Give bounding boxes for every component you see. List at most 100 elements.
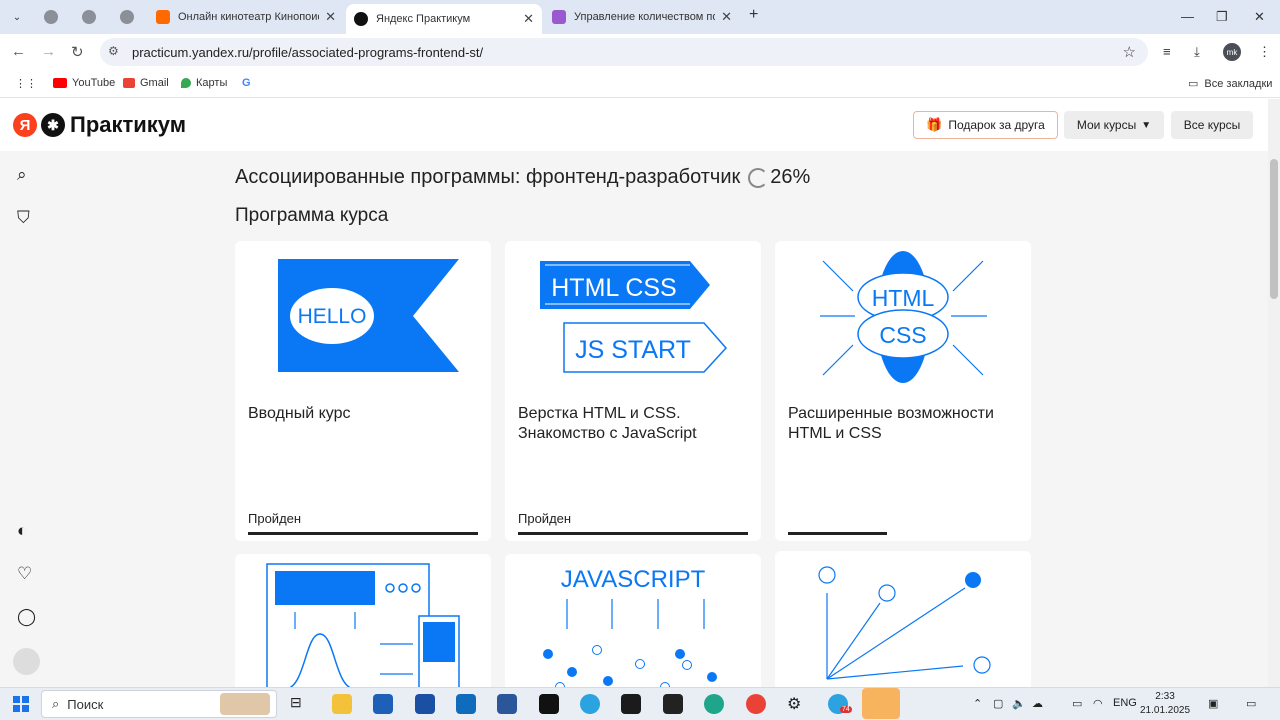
bookmark-maps[interactable]: Карты [181, 77, 227, 89]
course-card-6[interactable] [775, 551, 1031, 687]
windows-start-icon[interactable] [13, 696, 29, 712]
address-bar[interactable]: ⚙ practicum.yandex.ru/profile/associated… [100, 38, 1148, 66]
tab-search-button[interactable]: ⌄ [6, 7, 28, 27]
progress-percent: 26% [770, 166, 811, 188]
practicum-icon [354, 12, 368, 26]
card-progress-bar [248, 532, 478, 535]
pinned-tab[interactable] [34, 4, 68, 30]
pinned-tab[interactable] [110, 4, 144, 30]
course-card-html-css[interactable]: HTML CSS JS START Верстка HTML и CSS. Зн… [505, 241, 761, 541]
battery-icon[interactable]: ▭ [1072, 697, 1082, 710]
site-info-icon[interactable]: ⚙ [108, 44, 119, 58]
reload-button[interactable]: ↻ [71, 43, 84, 61]
search-icon[interactable]: ⌕ [17, 165, 27, 185]
page-title: Ассоциированные программы: фронтенд-разр… [235, 166, 810, 189]
tab-practicum[interactable]: Яндекс Практикум ✕ [346, 4, 542, 34]
notification-badge: 74 [840, 706, 852, 713]
course-card-intro[interactable]: HELLO Вводный курс Пройден [235, 241, 491, 541]
store-icon[interactable] [373, 694, 393, 714]
card-progress-bar [518, 532, 748, 535]
gift-icon: 🎁 [926, 117, 943, 132]
wifi-icon[interactable]: ◠ [1093, 697, 1103, 710]
javascript-illustration: JAVASCRIPT [543, 566, 717, 687]
html-css-burst-illustration: HTML CSS [820, 251, 987, 383]
word-icon[interactable] [497, 694, 517, 714]
telegram-icon[interactable] [580, 694, 600, 714]
language-indicator[interactable]: ENG [1113, 697, 1137, 709]
pinned-tab[interactable] [72, 4, 106, 30]
tray-icon[interactable]: ▢ [993, 697, 1003, 710]
back-button[interactable]: ← [11, 43, 26, 60]
button-label: Мои курсы [1076, 118, 1137, 132]
bookmark-label: Карты [196, 77, 228, 89]
search-placeholder: Поиск [67, 696, 104, 712]
practicum-logo[interactable]: Я ✱ Практикум [13, 112, 186, 138]
progress-fill [248, 532, 478, 535]
url-text: practicum.yandex.ru/profile/associated-p… [132, 44, 484, 60]
card-title: Расширенные возможности HTML и CSS [788, 405, 994, 442]
globe-icon [120, 10, 134, 24]
bookmark-icon[interactable]: ⛉ [17, 208, 30, 228]
bookmark-star-icon[interactable]: ☆ [1123, 43, 1136, 61]
asterisk-icon: ✱ [41, 113, 65, 137]
edge-icon[interactable] [704, 694, 724, 714]
bookmark-gmail[interactable]: Gmail [123, 77, 169, 89]
contrast-icon[interactable]: ◐ [17, 521, 27, 541]
new-tab-button[interactable]: + [749, 6, 758, 24]
menu-icon[interactable]: ⋮ [1258, 44, 1271, 60]
defender-icon[interactable] [415, 694, 435, 714]
settings-icon[interactable]: ⚙ [787, 694, 807, 714]
search-icon: ⌕ [52, 696, 60, 711]
all-bookmarks[interactable]: ▭ Все закладки [1188, 77, 1272, 91]
webstorm-icon[interactable] [663, 694, 683, 714]
chevron-up-icon[interactable]: ⌃ [973, 697, 982, 710]
maps-icon [181, 78, 191, 88]
notifications-icon[interactable]: ▣ [1208, 697, 1218, 710]
app-icon[interactable] [539, 694, 559, 714]
bookmark-youtube[interactable]: YouTube [53, 77, 115, 89]
chat-icon[interactable]: ▭ [1246, 697, 1256, 710]
art-text: HELLO [298, 305, 367, 328]
course-card-4[interactable] [235, 554, 491, 687]
pycharm-icon[interactable] [621, 694, 641, 714]
downloads-icon[interactable]: ⤓ [1194, 44, 1200, 60]
task-view-icon[interactable]: ⊟ [290, 694, 310, 714]
chat-icon[interactable]: ◯ [17, 607, 36, 627]
maximize-button[interactable]: ❐ [1216, 9, 1228, 25]
system-clock[interactable]: 2:33 21.01.2025 [1140, 690, 1190, 718]
hello-flag-illustration: HELLO [278, 259, 459, 372]
onedrive-icon[interactable]: ☁ [1032, 697, 1043, 710]
close-window-button[interactable]: ✕ [1254, 9, 1265, 25]
close-icon[interactable]: ✕ [721, 9, 732, 25]
layout-illustration [266, 563, 460, 687]
close-icon[interactable]: ✕ [325, 9, 336, 25]
page-scrollbar[interactable] [1268, 99, 1280, 687]
program-title: Ассоциированные программы: фронтенд-разр… [235, 166, 741, 188]
profile-avatar[interactable]: mk [1223, 43, 1241, 61]
course-card-advanced-html-css[interactable]: HTML CSS Расширенные возможности HTML и … [775, 241, 1031, 541]
gift-for-friend-button[interactable]: 🎁 Подарок за друга [913, 111, 1058, 139]
heart-icon[interactable]: ♡ [17, 564, 32, 584]
active-app-icon[interactable] [862, 688, 900, 719]
media-controls-icon[interactable]: ≡ [1163, 44, 1171, 59]
tab-kinopoisk[interactable]: Онлайн кинотеатр Кинопоиск ✕ [148, 4, 344, 30]
my-courses-button[interactable]: Мои курсы ▼ [1064, 111, 1164, 139]
close-icon[interactable]: ✕ [523, 11, 534, 27]
art-text: JAVASCRIPT [561, 566, 706, 593]
forward-button[interactable]: → [41, 43, 56, 60]
scrollbar-thumb[interactable] [1270, 159, 1278, 299]
minimize-button[interactable]: — [1181, 9, 1194, 24]
volume-icon[interactable]: 🔈 [1012, 697, 1026, 710]
file-explorer-icon[interactable] [332, 694, 352, 714]
user-avatar[interactable] [13, 648, 40, 675]
outlook-icon[interactable] [456, 694, 476, 714]
apps-icon[interactable]: ⋮⋮ [15, 77, 37, 90]
chrome-icon[interactable] [746, 694, 766, 714]
html-css-js-illustration: HTML CSS JS START [540, 261, 728, 373]
tab-management[interactable]: Управление количеством пов ✕ [544, 4, 740, 30]
all-courses-button[interactable]: Все курсы [1171, 111, 1253, 139]
taskbar-search[interactable]: ⌕ Поиск [41, 690, 277, 718]
bookmark-google[interactable]: G [242, 77, 251, 89]
course-card-javascript[interactable]: JAVASCRIPT [505, 554, 761, 687]
bookmark-label: Gmail [140, 77, 169, 89]
